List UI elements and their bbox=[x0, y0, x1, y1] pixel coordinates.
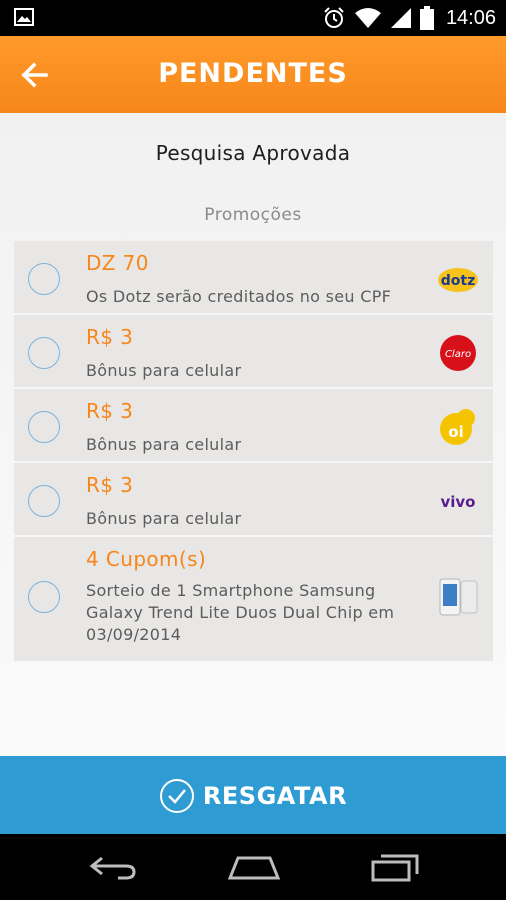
signal-icon bbox=[390, 8, 411, 28]
redeem-button[interactable]: RESGATAR bbox=[0, 756, 506, 834]
list-item-claro[interactable]: R$ 3 Bônus para celular Claro bbox=[14, 315, 493, 389]
item-description: Bônus para celular bbox=[86, 509, 242, 528]
item-value: R$ 3 bbox=[86, 325, 134, 349]
list-item-oi[interactable]: R$ 3 Bônus para celular oi bbox=[14, 389, 493, 463]
item-value: R$ 3 bbox=[86, 473, 134, 497]
oi-logo: oi bbox=[440, 409, 475, 445]
redeem-label: RESGATAR bbox=[202, 782, 348, 810]
app-bar: PENDENTES bbox=[0, 36, 506, 113]
item-description: Bônus para celular bbox=[86, 435, 242, 454]
radio-button[interactable] bbox=[28, 485, 60, 517]
promotions-list: DZ 70 Os Dotz serão creditados no seu CP… bbox=[14, 241, 493, 661]
smartphone-image bbox=[439, 578, 478, 616]
item-description: Bônus para celular bbox=[86, 361, 242, 380]
radio-button[interactable] bbox=[28, 411, 60, 443]
dotz-logo: dotz bbox=[438, 268, 478, 292]
survey-status-heading: Pesquisa Aprovada bbox=[155, 141, 351, 165]
list-item-dotz[interactable]: DZ 70 Os Dotz serão creditados no seu CP… bbox=[14, 241, 493, 315]
main-content: Pesquisa Aprovada Promoções DZ 70 Os Dot… bbox=[0, 113, 506, 756]
radio-button[interactable] bbox=[28, 581, 60, 613]
radio-button[interactable] bbox=[28, 337, 60, 369]
list-item-cupom[interactable]: 4 Cupom(s) Sorteio de 1 Smartphone Samsu… bbox=[14, 537, 493, 661]
image-icon bbox=[14, 8, 34, 26]
svg-text:vivo: vivo bbox=[440, 493, 475, 511]
back-nav-icon[interactable] bbox=[88, 852, 138, 882]
radio-button[interactable] bbox=[28, 263, 60, 295]
home-nav-icon[interactable] bbox=[226, 852, 282, 882]
status-time: 14:06 bbox=[445, 6, 496, 29]
recents-nav-icon[interactable] bbox=[370, 852, 422, 882]
claro-logo: Claro bbox=[440, 335, 476, 371]
item-description: Os Dotz serão creditados no seu CPF bbox=[86, 287, 392, 306]
check-circle-icon bbox=[159, 779, 194, 813]
wifi-icon bbox=[354, 8, 381, 28]
vivo-logo: vivo bbox=[440, 493, 475, 511]
section-label: Promoções bbox=[204, 205, 302, 225]
item-value: R$ 3 bbox=[86, 399, 134, 423]
svg-text:dotz: dotz bbox=[441, 273, 475, 289]
item-value: DZ 70 bbox=[86, 251, 149, 275]
item-value: 4 Cupom(s) bbox=[86, 547, 207, 571]
page-title: PENDENTES bbox=[158, 58, 348, 89]
svg-text:oi: oi bbox=[448, 423, 463, 441]
status-bar: 14:06 bbox=[0, 0, 506, 36]
alarm-icon bbox=[324, 7, 344, 28]
item-description: Sorteio de 1 Smartphone Samsung Galaxy T… bbox=[86, 581, 395, 644]
battery-icon bbox=[419, 6, 434, 30]
svg-text:Claro: Claro bbox=[445, 349, 471, 360]
list-item-vivo[interactable]: R$ 3 Bônus para celular vivo bbox=[14, 463, 493, 537]
system-nav-bar bbox=[0, 834, 506, 900]
